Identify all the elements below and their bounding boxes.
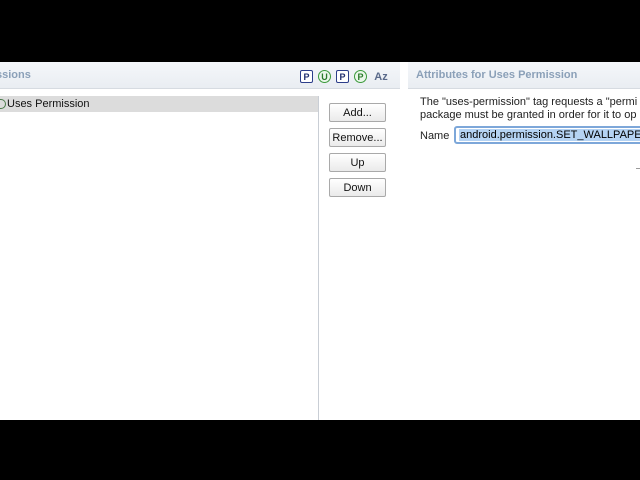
name-input-value: android.permission.SET_WALLPAPER <box>459 129 640 141</box>
name-input[interactable]: android.permission.SET_WALLPAPER <box>454 126 640 144</box>
tree-item-label: Uses Permission <box>7 98 90 110</box>
name-label: Name <box>420 130 450 142</box>
permissions-section-header: ssions P U P P Az <box>0 62 400 89</box>
uses-permission-node-icon <box>0 99 6 109</box>
permissions-tree[interactable]: Uses Permission <box>0 96 319 420</box>
down-button[interactable]: Down <box>329 178 386 197</box>
attributes-description: The "uses-permission" tag requests a "pe… <box>420 96 640 122</box>
permissions-section-title: ssions <box>0 69 31 81</box>
p-circle-icon[interactable]: P <box>354 70 367 83</box>
letterbox-bottom <box>0 420 640 480</box>
manifest-editor: ssions P U P P Az Uses Permission Add...… <box>0 62 640 420</box>
up-button[interactable]: Up <box>329 153 386 172</box>
add-button[interactable]: Add... <box>329 103 386 122</box>
p-icon[interactable]: P <box>300 70 313 83</box>
attributes-section-title: Attributes for Uses Permission <box>416 69 578 81</box>
tree-toolbar: P U P P Az <box>300 70 390 83</box>
tree-action-buttons: Add... Remove... Up Down <box>329 103 386 197</box>
letterbox-top <box>0 0 640 62</box>
u-icon[interactable]: U <box>318 70 331 83</box>
attributes-section-header: Attributes for Uses Permission <box>408 62 640 89</box>
description-line: package must be granted in order for it … <box>420 109 637 121</box>
p-icon[interactable]: P <box>336 70 349 83</box>
scroll-edge-mark <box>636 168 640 169</box>
tree-item-uses-permission[interactable]: Uses Permission <box>0 96 318 112</box>
remove-button[interactable]: Remove... <box>329 128 386 147</box>
sort-az-icon[interactable]: Az <box>372 70 390 83</box>
description-line: The "uses-permission" tag requests a "pe… <box>420 96 638 108</box>
